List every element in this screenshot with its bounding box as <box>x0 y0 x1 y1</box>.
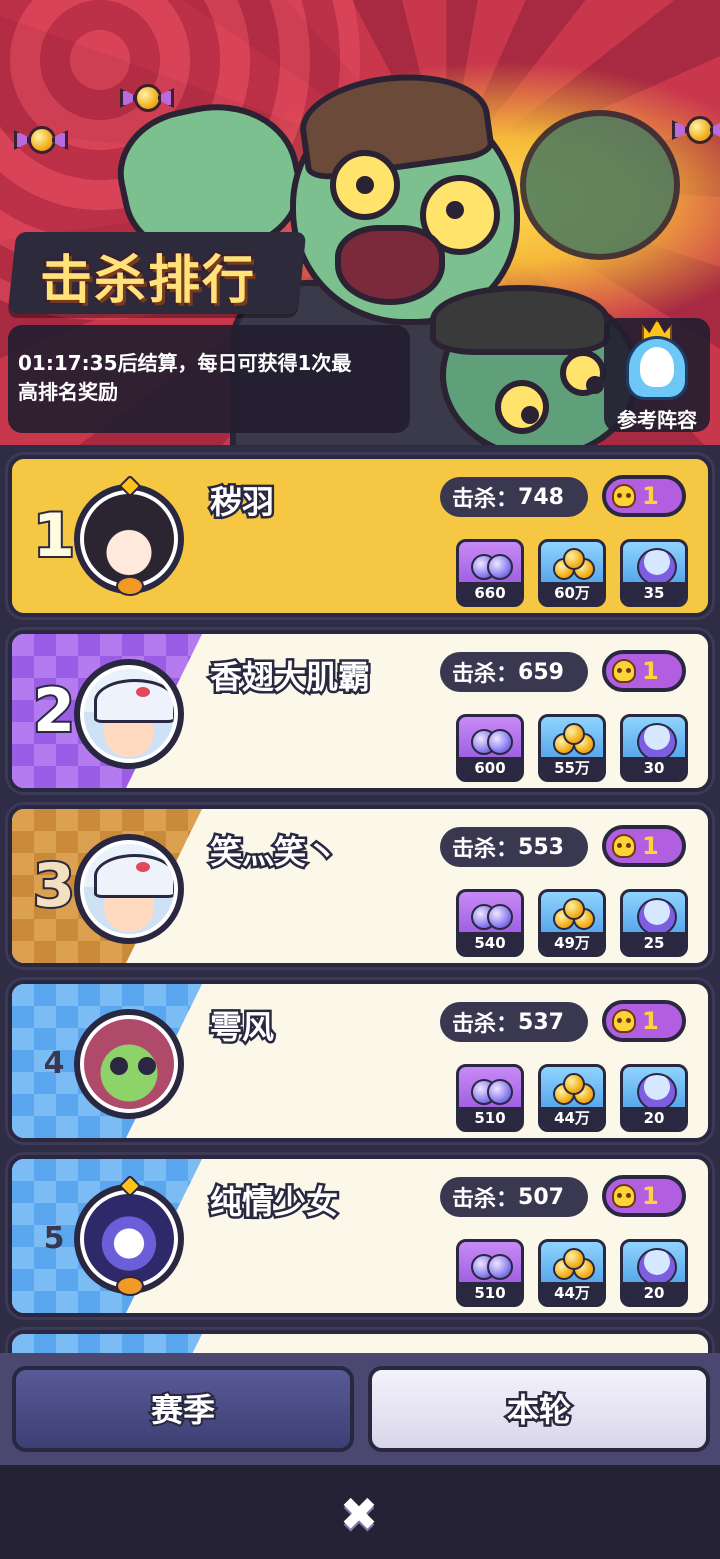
capsule-icon <box>633 721 679 761</box>
avatar[interactable] <box>74 659 184 769</box>
reward-orbs: 540 <box>456 889 524 957</box>
reward-capsule: 30 <box>620 714 688 782</box>
kill-count: 击杀： 553 <box>440 827 588 867</box>
footer: ✖ <box>0 1465 720 1559</box>
reward-orbs: 510 <box>456 1239 524 1307</box>
zombie-eye <box>495 380 549 434</box>
orbs-icon <box>469 1071 515 1109</box>
header-banner: 击杀排行 01:17:35后结算，每日可获得1次最 高排名奖励 参考阵容 <box>0 0 720 445</box>
capsule-icon <box>633 896 679 936</box>
candies-icon <box>551 546 597 584</box>
reward-orbs: 600 <box>456 714 524 782</box>
leaderboard-row-partial[interactable] <box>8 1330 712 1353</box>
skull-badge: 1 <box>602 475 686 517</box>
skull-icon <box>612 484 636 508</box>
reference-lineup-button[interactable]: 参考阵容 <box>604 318 710 432</box>
info-line-1: 01:17:35后结算，每日可获得1次最 <box>18 351 352 375</box>
reward-candies: 60万 <box>538 539 606 607</box>
zombie-eye <box>560 350 606 396</box>
player-name: 雩风 <box>207 1006 276 1049</box>
skull-badge: 1 <box>602 1000 686 1042</box>
avatar[interactable] <box>74 1009 184 1119</box>
reward-candies: 44万 <box>538 1239 606 1307</box>
info-line-2: 高排名奖励 <box>18 380 118 404</box>
player-name: 纯情少女 <box>207 1181 340 1224</box>
avatar[interactable] <box>74 474 184 596</box>
skull-icon <box>612 1009 636 1033</box>
kill-count: 击杀： 537 <box>440 1002 588 1042</box>
capsule-icon <box>633 1246 679 1286</box>
reference-lineup-label: 参考阵容 <box>617 408 697 432</box>
candy-icon <box>14 120 68 160</box>
tab-current-round[interactable]: 本轮 <box>368 1366 710 1452</box>
candies-icon <box>551 1246 597 1284</box>
orbs-icon <box>469 546 515 584</box>
kill-count: 击杀： 659 <box>440 652 588 692</box>
reward-orbs: 660 <box>456 539 524 607</box>
orbs-icon <box>469 896 515 934</box>
leaderboard-list[interactable]: 1 秽羽 击杀： 748 1 660 60万 35 2 香翅大肌霸 击杀： 659 … <box>0 445 720 1353</box>
close-icon[interactable]: ✖ <box>336 1491 382 1537</box>
second-zombie-hair <box>430 285 610 355</box>
candies-icon <box>551 721 597 759</box>
candy-icon <box>672 110 720 150</box>
kill-count: 击杀： 748 <box>440 477 588 517</box>
skull-icon <box>612 1184 636 1208</box>
player-name: 笑灬笑丶 <box>207 831 340 874</box>
reward-candies: 55万 <box>538 714 606 782</box>
skull-icon <box>612 834 636 858</box>
leaderboard-row[interactable]: 5 纯情少女 击杀： 507 1 510 44万 20 <box>8 1155 712 1317</box>
avatar[interactable] <box>74 834 184 944</box>
leaderboard-row[interactable]: 2 香翅大肌霸 击杀： 659 1 600 55万 30 <box>8 630 712 792</box>
zombie-eye <box>330 150 400 220</box>
pumpkin-icon <box>116 576 144 596</box>
reward-candies: 49万 <box>538 889 606 957</box>
reward-capsule: 20 <box>620 1064 688 1132</box>
orbs-icon <box>469 1246 515 1284</box>
avatar[interactable] <box>74 1174 184 1296</box>
tab-bar: 赛季 本轮 <box>0 1353 720 1465</box>
background-zombie <box>520 110 680 260</box>
orbs-icon <box>469 721 515 759</box>
ghost-icon <box>626 336 688 400</box>
reward-candies: 44万 <box>538 1064 606 1132</box>
reward-orbs: 510 <box>456 1064 524 1132</box>
zombie-mouth <box>335 225 445 305</box>
capsule-icon <box>633 546 679 586</box>
skull-icon <box>612 659 636 683</box>
candy-icon <box>120 78 174 118</box>
rank-band <box>12 1334 202 1353</box>
tab-season[interactable]: 赛季 <box>12 1366 354 1452</box>
player-name: 香翅大肌霸 <box>207 656 372 699</box>
player-name: 秽羽 <box>207 481 276 524</box>
candies-icon <box>551 896 597 934</box>
candies-icon <box>551 1071 597 1109</box>
capsule-icon <box>633 1071 679 1111</box>
reward-capsule: 25 <box>620 889 688 957</box>
skull-badge: 1 <box>602 1175 686 1217</box>
kill-count: 击杀： 507 <box>440 1177 588 1217</box>
leaderboard-row[interactable]: 3 笑灬笑丶 击杀： 553 1 540 49万 25 <box>8 805 712 967</box>
skull-badge: 1 <box>602 825 686 867</box>
settlement-info: 01:17:35后结算，每日可获得1次最 高排名奖励 <box>8 325 410 433</box>
reward-capsule: 35 <box>620 539 688 607</box>
leaderboard-row[interactable]: 4 雩风 击杀： 537 1 510 44万 20 <box>8 980 712 1142</box>
leaderboard-row[interactable]: 1 秽羽 击杀： 748 1 660 60万 35 <box>8 455 712 617</box>
reward-capsule: 20 <box>620 1239 688 1307</box>
pumpkin-icon <box>116 1276 144 1296</box>
skull-badge: 1 <box>602 650 686 692</box>
page-title: 击杀排行 <box>40 251 257 311</box>
